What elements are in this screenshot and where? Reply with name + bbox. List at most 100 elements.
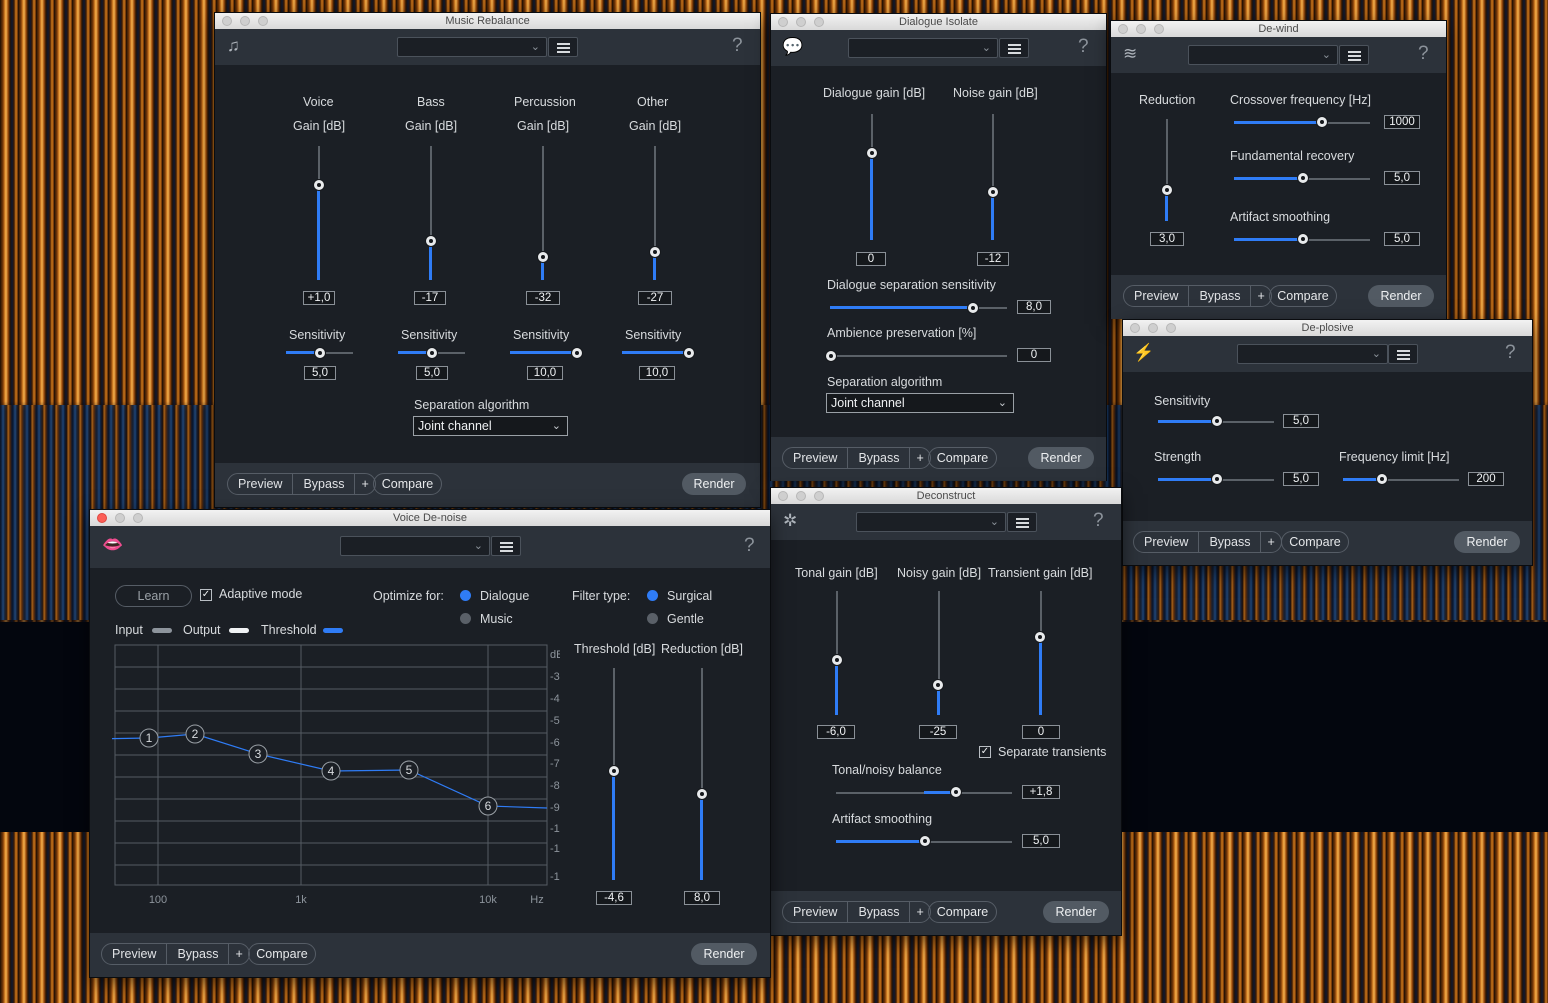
close-button[interactable] — [778, 491, 788, 501]
gain-slider-knob[interactable] — [649, 246, 661, 258]
sensitivity-slider-knob[interactable] — [683, 347, 695, 359]
title-bar[interactable]: Music Rebalance — [215, 13, 760, 29]
preset-menu-button[interactable] — [1339, 45, 1369, 65]
gain-value[interactable]: -27 — [638, 291, 672, 305]
help-icon[interactable]: ? — [1505, 342, 1516, 364]
minimize-button[interactable] — [1136, 24, 1146, 34]
gain-slider-knob[interactable] — [425, 235, 437, 247]
add-button[interactable]: + — [355, 474, 374, 494]
dialogue-gain-slider-knob[interactable] — [866, 147, 878, 159]
compare-button[interactable]: Compare — [373, 473, 442, 495]
gain-slider-knob[interactable] — [313, 179, 325, 191]
crossover-slider-knob[interactable] — [1316, 116, 1328, 128]
dialogue-gain-value[interactable]: 0 — [856, 252, 886, 266]
preview-button[interactable]: Preview — [783, 902, 849, 922]
balance-value[interactable]: +1,8 — [1022, 785, 1060, 799]
preset-menu-button[interactable] — [999, 38, 1029, 58]
preset-dropdown[interactable]: ⌄ — [1237, 344, 1388, 364]
minimize-button[interactable] — [796, 491, 806, 501]
sensitivity-value[interactable]: 10,0 — [527, 366, 563, 380]
help-icon[interactable]: ? — [744, 535, 755, 557]
preset-dropdown[interactable]: ⌄ — [848, 38, 998, 58]
gain-slider-knob[interactable] — [537, 251, 549, 263]
add-button[interactable]: + — [910, 448, 929, 468]
adaptive-mode-checkbox[interactable]: ✓ — [200, 589, 212, 601]
separation-sensitivity-knob[interactable] — [967, 302, 979, 314]
help-icon[interactable]: ? — [1093, 510, 1104, 532]
preset-menu-button[interactable] — [1388, 344, 1418, 364]
add-button[interactable]: + — [1251, 286, 1270, 306]
render-button[interactable]: Render — [691, 943, 757, 965]
zoom-button[interactable] — [814, 17, 824, 27]
bypass-button[interactable]: Bypass — [1199, 532, 1262, 552]
add-button[interactable]: + — [1261, 532, 1280, 552]
help-icon[interactable]: ? — [1078, 36, 1089, 58]
ambience-preservation-value[interactable]: 0 — [1017, 348, 1051, 362]
preview-button[interactable]: Preview — [783, 448, 849, 468]
separation-algorithm-select[interactable]: Joint channel ⌄ — [826, 393, 1014, 413]
preview-button[interactable]: Preview — [1134, 532, 1200, 552]
separation-algorithm-select[interactable]: Joint channel ⌄ — [413, 416, 568, 436]
sensitivity-slider-knob[interactable] — [571, 347, 583, 359]
noisy-gain-value[interactable]: -25 — [919, 725, 957, 739]
zoom-button[interactable] — [258, 16, 268, 26]
spectrum-graph[interactable]: 1 2 3 4 5 6 dB -30 -40 -50 -60 -70 -80 -… — [112, 642, 560, 912]
reduction-slider-knob[interactable] — [1161, 184, 1173, 196]
artifact-slider-knob[interactable] — [1297, 233, 1309, 245]
help-icon[interactable]: ? — [732, 35, 743, 57]
strength-slider-knob[interactable] — [1211, 473, 1223, 485]
gain-value[interactable]: -32 — [526, 291, 560, 305]
compare-button[interactable]: Compare — [248, 943, 316, 965]
sensitivity-value[interactable]: 5,0 — [416, 366, 448, 380]
artifact-value[interactable]: 5,0 — [1022, 834, 1060, 848]
render-button[interactable]: Render — [682, 473, 746, 495]
close-button[interactable] — [1118, 24, 1128, 34]
minimize-button[interactable] — [1148, 323, 1158, 333]
render-button[interactable]: Render — [1043, 901, 1109, 923]
artifact-slider-knob[interactable] — [919, 835, 931, 847]
preview-button[interactable]: Preview — [228, 474, 294, 494]
bypass-button[interactable]: Bypass — [848, 448, 911, 468]
bypass-button[interactable]: Bypass — [848, 902, 911, 922]
strength-value[interactable]: 5,0 — [1283, 472, 1319, 486]
bypass-button[interactable]: Bypass — [293, 474, 356, 494]
sensitivity-slider-knob[interactable] — [314, 347, 326, 359]
noise-gain-value[interactable]: -12 — [977, 252, 1009, 266]
ambience-preservation-track[interactable] — [830, 355, 1007, 357]
filter-gentle-radio[interactable] — [647, 613, 658, 624]
transient-gain-slider-knob[interactable] — [1034, 631, 1046, 643]
frequency-limit-value[interactable]: 200 — [1468, 472, 1504, 486]
render-button[interactable]: Render — [1454, 531, 1520, 553]
render-button[interactable]: Render — [1028, 447, 1094, 469]
tonal-gain-slider-knob[interactable] — [831, 654, 843, 666]
preset-menu-button[interactable] — [548, 37, 578, 57]
ambience-preservation-knob[interactable] — [825, 350, 837, 362]
minimize-button[interactable] — [115, 513, 125, 523]
add-button[interactable]: + — [910, 902, 929, 922]
threshold-slider-knob[interactable] — [608, 765, 620, 777]
optimize-music-radio[interactable] — [460, 613, 471, 624]
preset-menu-button[interactable] — [491, 536, 521, 556]
compare-button[interactable]: Compare — [1281, 531, 1349, 553]
separate-transients-checkbox[interactable]: ✓ — [979, 746, 991, 758]
add-button[interactable]: + — [229, 944, 248, 964]
reduction-slider-knob[interactable] — [696, 788, 708, 800]
title-bar[interactable]: Dialogue Isolate — [771, 14, 1106, 30]
fundamental-value[interactable]: 5,0 — [1384, 171, 1420, 185]
bypass-button[interactable]: Bypass — [167, 944, 230, 964]
transient-gain-value[interactable]: 0 — [1022, 725, 1060, 739]
title-bar[interactable]: De-wind — [1111, 21, 1446, 37]
close-button[interactable] — [778, 17, 788, 27]
artifact-value[interactable]: 5,0 — [1384, 232, 1420, 246]
help-icon[interactable]: ? — [1418, 43, 1429, 65]
sensitivity-value[interactable]: 5,0 — [304, 366, 336, 380]
gain-value[interactable]: -17 — [414, 291, 446, 305]
close-button[interactable] — [1130, 323, 1140, 333]
close-button[interactable] — [222, 16, 232, 26]
title-bar[interactable]: Deconstruct — [771, 488, 1121, 504]
sensitivity-value[interactable]: 10,0 — [639, 366, 675, 380]
zoom-button[interactable] — [814, 491, 824, 501]
learn-button[interactable]: Learn — [115, 585, 192, 607]
separation-sensitivity-value[interactable]: 8,0 — [1017, 300, 1051, 314]
preset-menu-button[interactable] — [1007, 512, 1037, 532]
